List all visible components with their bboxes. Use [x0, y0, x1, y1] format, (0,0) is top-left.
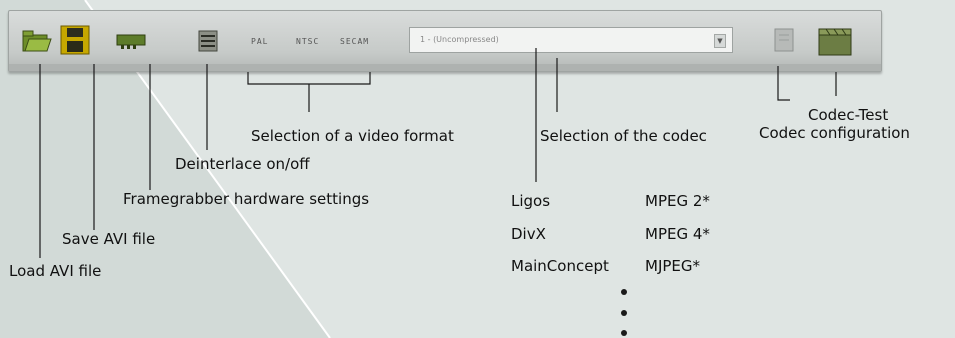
label-selection-codec: Selection of the codec — [540, 127, 707, 145]
codec-format-mpeg4: MPEG 4* — [645, 225, 710, 243]
label-save-avi: Save AVI file — [62, 230, 156, 248]
codec-vendor-mainconcept: MainConcept — [511, 257, 609, 275]
label-codec-configuration: Codec configuration — [759, 124, 910, 142]
ellipsis-dots — [621, 289, 627, 336]
label-deinterlace: Deinterlace on/off — [175, 155, 310, 173]
label-framegrabber: Framegrabber hardware settings — [123, 190, 370, 208]
label-selection-video-format: Selection of a video format — [251, 127, 454, 145]
codec-format-mjpeg: MJPEG* — [645, 257, 701, 275]
label-load-avi: Load AVI file — [9, 262, 102, 280]
label-codec-test: Codec-Test — [808, 106, 889, 124]
callout-lines — [39, 48, 837, 336]
codec-format-mpeg2: MPEG 2* — [645, 192, 710, 210]
codec-vendor-divx: DivX — [511, 225, 546, 243]
codec-vendor-ligos: Ligos — [511, 192, 551, 210]
